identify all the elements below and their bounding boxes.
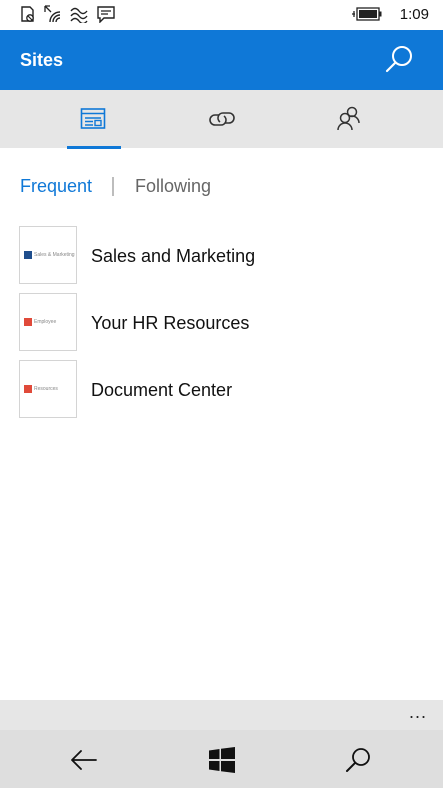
site-logo-icon xyxy=(24,318,32,326)
thumbnail-text: Employee xyxy=(34,319,57,325)
people-icon xyxy=(337,106,360,131)
site-logo-icon xyxy=(24,385,32,393)
notification-icon xyxy=(21,6,34,22)
back-arrow-icon[interactable] xyxy=(68,744,100,776)
thumbnail-text: Resources xyxy=(34,386,58,392)
battery-icon xyxy=(352,7,382,21)
tab-selected-indicator xyxy=(67,146,121,149)
windows-logo-icon[interactable] xyxy=(206,744,238,776)
network-icon xyxy=(70,7,88,23)
site-logo-icon xyxy=(24,251,32,259)
tab-sites[interactable] xyxy=(52,90,162,148)
message-icon xyxy=(97,6,115,23)
site-thumbnail: Resources xyxy=(19,360,77,418)
tab-bar xyxy=(0,90,443,148)
site-name: Your HR Resources xyxy=(91,313,250,333)
search-icon[interactable] xyxy=(383,44,415,76)
sites-icon xyxy=(80,108,106,129)
list-item[interactable]: Sales & Marketing Sales and Marketing xyxy=(0,226,443,284)
site-name: Sales and Marketing xyxy=(91,246,256,266)
navigation-bar xyxy=(0,730,443,788)
tab-links[interactable] xyxy=(180,90,290,148)
site-thumbnail: Sales & Marketing xyxy=(19,226,77,284)
filter-following[interactable]: Following xyxy=(135,176,211,197)
filter-divider xyxy=(112,177,114,196)
link-icon xyxy=(209,112,235,126)
app-bar: ... xyxy=(0,700,443,730)
more-options-button[interactable]: ... xyxy=(409,702,427,723)
tab-people[interactable] xyxy=(308,90,418,148)
status-bar: 1:09 xyxy=(0,0,443,30)
wifi-icon xyxy=(44,5,61,23)
page-title: Sites xyxy=(20,50,64,70)
status-time: 1:09 xyxy=(399,6,429,23)
site-thumbnail: Employee xyxy=(19,293,77,351)
site-name: Document Center xyxy=(91,380,233,400)
list-item[interactable]: Resources Document Center xyxy=(0,360,443,418)
filter-frequent[interactable]: Frequent xyxy=(20,176,92,197)
list-item[interactable]: Employee Your HR Resources xyxy=(0,293,443,351)
thumbnail-text: Sales & Marketing xyxy=(34,252,75,258)
search-icon[interactable] xyxy=(343,744,375,776)
app-header: Sites xyxy=(0,30,443,90)
